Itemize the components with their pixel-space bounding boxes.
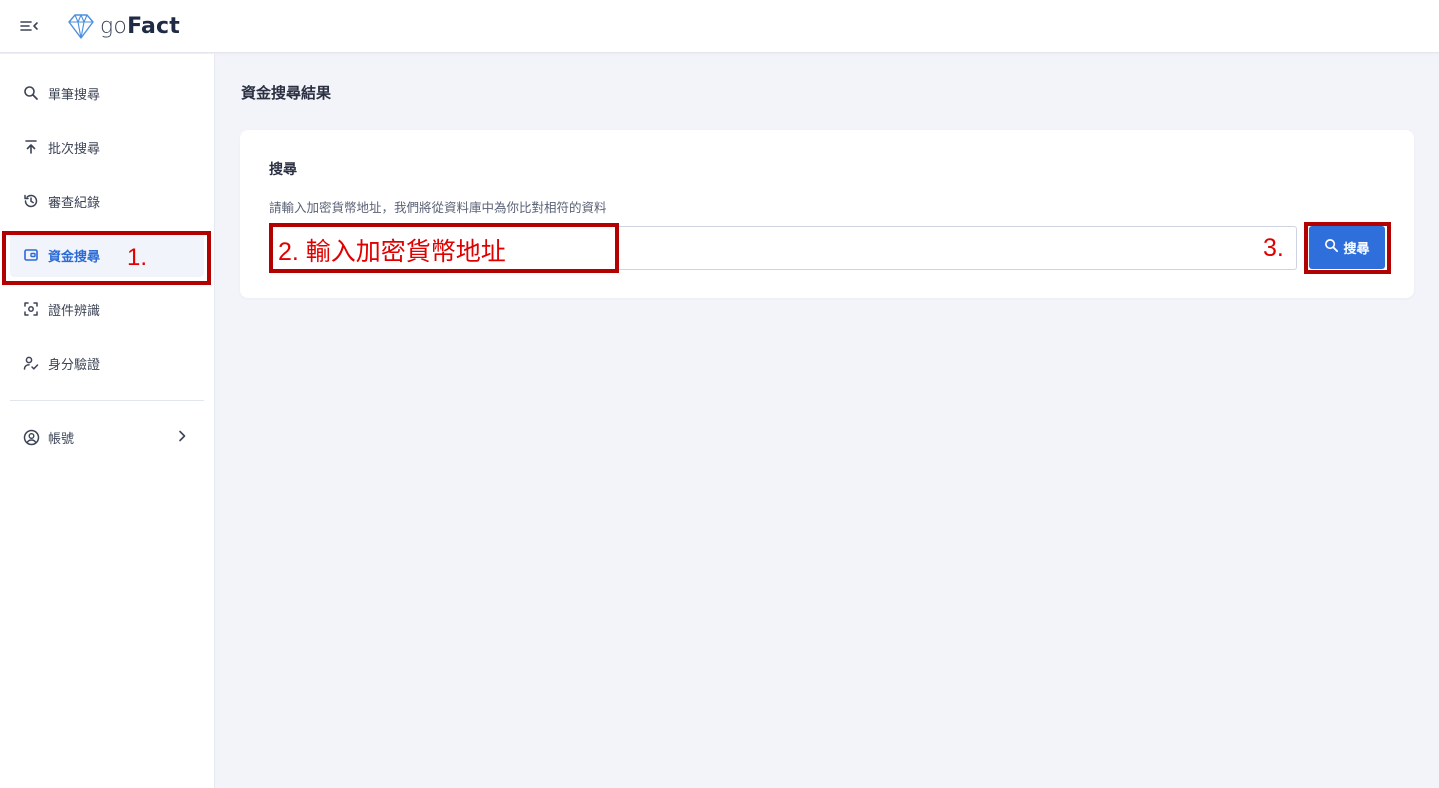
card-description: 請輸入加密貨幣地址，我們將從資料庫中為你比對相符的資料 — [269, 200, 607, 215]
search-button-label: 搜尋 — [1343, 242, 1370, 257]
sidebar-item-batch-search[interactable]: 批次搜尋 — [10, 125, 204, 169]
page-title: 資金搜尋結果 — [241, 84, 332, 102]
sidebar-item-review-history[interactable]: 審查紀錄 — [10, 179, 204, 223]
sidebar-item-identity-verification[interactable]: 身分驗證 — [10, 341, 204, 385]
sidebar-item-account[interactable]: 帳號 — [10, 415, 204, 459]
sidebar-item-single-search[interactable]: 單筆搜尋 — [10, 71, 204, 115]
sidebar: 單筆搜尋 批次搜尋 審查紀錄 資金搜尋 證件辨識 身分驗證 帳號 — [0, 54, 215, 788]
annotation-step2: 2. 輸入加密貨幣地址 — [278, 238, 506, 266]
sidebar-item-label: 批次搜尋 — [48, 141, 101, 157]
sidebar-item-label: 證件辨識 — [48, 303, 101, 319]
sidebar-item-label: 身分驗證 — [48, 357, 101, 373]
sidebar-divider — [10, 400, 204, 401]
collapse-menu-icon[interactable] — [18, 15, 40, 37]
annotation-step1: 1. — [127, 244, 148, 271]
sidebar-item-label: 審查紀錄 — [48, 195, 101, 211]
scan-icon — [22, 300, 40, 318]
history-icon — [22, 192, 40, 210]
sidebar-item-label: 帳號 — [48, 431, 75, 447]
chevron-right-icon — [174, 428, 190, 444]
top-bar: goFact — [0, 0, 1439, 53]
upload-icon — [22, 138, 40, 156]
sidebar-item-id-recognition[interactable]: 證件辨識 — [10, 287, 204, 331]
sidebar-item-fund-search[interactable]: 資金搜尋 — [10, 233, 204, 277]
account-circle-icon — [22, 428, 40, 446]
search-card: 搜尋 請輸入加密貨幣地址，我們將從資料庫中為你比對相符的資料 搜尋 — [240, 130, 1414, 298]
logo-text: goFact — [100, 13, 181, 39]
search-icon — [22, 84, 40, 102]
gofact-logo[interactable]: goFact — [66, 10, 180, 42]
diamond-logo-icon — [68, 14, 94, 39]
sidebar-item-label: 單筆搜尋 — [48, 87, 101, 103]
search-button[interactable]: 搜尋 — [1309, 226, 1385, 269]
wallet-icon — [22, 246, 40, 264]
sidebar-item-label: 資金搜尋 — [48, 249, 101, 265]
user-check-icon — [22, 354, 40, 372]
annotation-step3: 3. — [1263, 234, 1284, 262]
search-icon — [1324, 238, 1339, 257]
card-title: 搜尋 — [269, 162, 297, 178]
